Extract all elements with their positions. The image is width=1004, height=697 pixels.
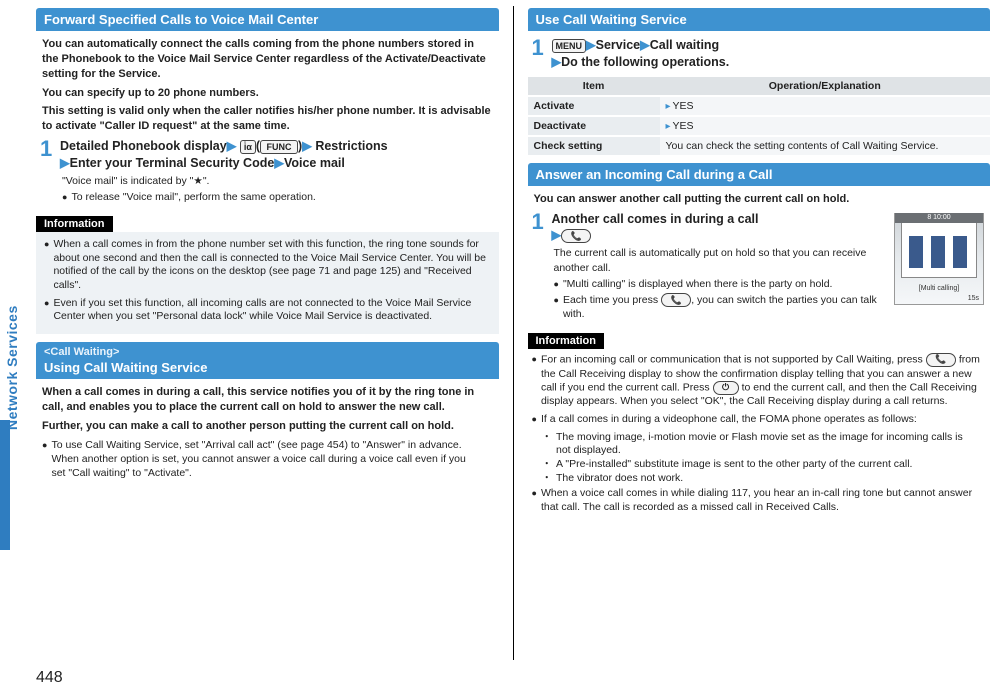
step-row: 1 Another call comes in during a call ▶ … <box>532 211 889 245</box>
info-item: For an incoming call or communication th… <box>541 353 986 409</box>
step-frag: Call waiting <box>650 38 719 52</box>
step-body: MENU▶Service▶Call waiting ▶Do the follow… <box>552 37 730 71</box>
intro-text: When a call comes in during a call, this… <box>42 385 493 415</box>
info-box: For an incoming call or communication th… <box>528 349 991 514</box>
step-row: 1 MENU▶Service▶Call waiting ▶Do the foll… <box>532 37 987 71</box>
arrow-icon: ▶ <box>640 38 650 52</box>
sub-list-item: A "Pre-installed" substitute image is se… <box>556 458 912 472</box>
step-number: 1 <box>532 211 546 245</box>
arrow-icon: ▶ <box>227 139 237 153</box>
table-header: Operation/Explanation <box>660 77 991 96</box>
side-tab <box>0 420 10 550</box>
step-frag: Service <box>596 38 640 52</box>
sub-list-item: The vibrator does not work. <box>556 472 683 486</box>
step-body: Another call comes in during a call ▶ 📞 <box>552 211 759 245</box>
phone-screenshot: 8 10:00 [Multi calling] 15s <box>894 213 984 305</box>
step-title: Another call comes in during a call <box>552 212 759 226</box>
screenshot-content <box>909 236 969 268</box>
intro-text: You can specify up to 20 phone numbers. <box>42 86 493 101</box>
call-key-icon: 📞 <box>561 229 591 243</box>
step-frag: Restrictions <box>315 139 387 153</box>
step-number: 1 <box>532 37 546 71</box>
table-row: ActivateYES <box>528 96 991 116</box>
right-column: Use Call Waiting Service 1 MENU▶Service▶… <box>528 6 991 660</box>
arrow-icon: ▶ <box>60 156 70 170</box>
table-cell: YES <box>660 96 991 116</box>
table-cell: Deactivate <box>528 116 660 136</box>
menu-key-icon: MENU <box>552 39 587 53</box>
operations-table: Item Operation/Explanation ActivateYES D… <box>528 77 991 157</box>
sub-list: The moving image, i-motion movie or Flas… <box>542 431 981 486</box>
table-cell: Check setting <box>528 136 660 156</box>
sub-list-item: The moving image, i-motion movie or Flas… <box>556 431 980 458</box>
step-note: The current call is automatically put on… <box>554 246 881 274</box>
table-row: Check settingYou can check the setting c… <box>528 136 991 156</box>
section-heading: Use Call Waiting Service <box>528 8 991 31</box>
arrow-icon: ▶ <box>586 38 596 52</box>
call-key-icon: 📞 <box>661 293 691 307</box>
section-heading: Answer an Incoming Call during a Call <box>528 163 991 186</box>
column-divider <box>513 6 514 660</box>
note: To use Call Waiting Service, set "Arriva… <box>42 438 479 481</box>
table-header-row: Item Operation/Explanation <box>528 77 991 96</box>
info-heading: Information <box>36 216 113 232</box>
info-box: When a call comes in from the phone numb… <box>36 232 499 334</box>
table-row: DeactivateYES <box>528 116 991 136</box>
info-heading: Information <box>528 333 605 349</box>
intro-text: Further, you can make a call to another … <box>42 419 493 434</box>
step-row: 1 Detailed Phonebook display▶ i̇α( FUNC … <box>40 138 495 172</box>
left-column: Forward Specified Calls to Voice Mail Ce… <box>36 6 499 660</box>
section-sup-heading: <Call Waiting> <box>44 346 491 358</box>
section-heading: Forward Specified Calls to Voice Mail Ce… <box>36 8 499 31</box>
table-cell: Activate <box>528 96 660 116</box>
section-heading-text: Using Call Waiting Service <box>44 360 208 375</box>
info-item: When a call comes in from the phone numb… <box>53 238 490 293</box>
step-note: "Voice mail" is indicated by "★". <box>62 174 479 188</box>
arrow-icon: ▶ <box>302 139 312 153</box>
info-item: If a call comes in during a videophone c… <box>541 413 986 427</box>
page-body: Forward Specified Calls to Voice Mail Ce… <box>0 0 1004 660</box>
step-frag: Detailed Phonebook display <box>60 139 227 153</box>
end-key-icon: ⏻ <box>713 381 739 395</box>
step-note: Each time you press 📞 , you can switch t… <box>554 293 889 321</box>
screenshot-caption: [Multi calling] <box>895 285 983 292</box>
step-body: Detailed Phonebook display▶ i̇α( FUNC )▶… <box>60 138 388 172</box>
func-key-icon: FUNC <box>260 140 298 154</box>
step-frag: Do the following operations. <box>561 55 729 69</box>
info-item: When a voice call comes in while dialing… <box>541 487 986 514</box>
softkey-icon: i̇α <box>240 140 256 154</box>
arrow-icon: ▶ <box>274 156 284 170</box>
intro-text: You can answer another call putting the … <box>534 192 985 207</box>
intro-text: This setting is valid only when the call… <box>42 104 493 134</box>
call-key-icon: 📞 <box>926 353 956 367</box>
step-note: "Multi calling" is displayed when there … <box>554 277 881 291</box>
table-cell: YES <box>660 116 991 136</box>
section-heading: <Call Waiting> Using Call Waiting Servic… <box>36 342 499 379</box>
table-cell: You can check the setting contents of Ca… <box>660 136 991 156</box>
arrow-icon: ▶ <box>552 55 562 69</box>
arrow-icon: ▶ <box>552 228 562 242</box>
step-frag: Voice mail <box>284 156 345 170</box>
info-item: Even if you set this function, all incom… <box>53 297 490 324</box>
step-number: 1 <box>40 138 54 172</box>
step-note: To release "Voice mail", perform the sam… <box>62 190 479 204</box>
screenshot-status-bar: 8 10:00 <box>895 213 983 223</box>
screenshot-timer: 15s <box>968 295 979 302</box>
table-header: Item <box>528 77 660 96</box>
side-section-label: Network Services <box>4 305 20 430</box>
page-number: 448 <box>36 669 63 687</box>
step-frag: Enter your Terminal Security Code <box>70 156 275 170</box>
intro-text: You can automatically connect the calls … <box>42 37 493 82</box>
